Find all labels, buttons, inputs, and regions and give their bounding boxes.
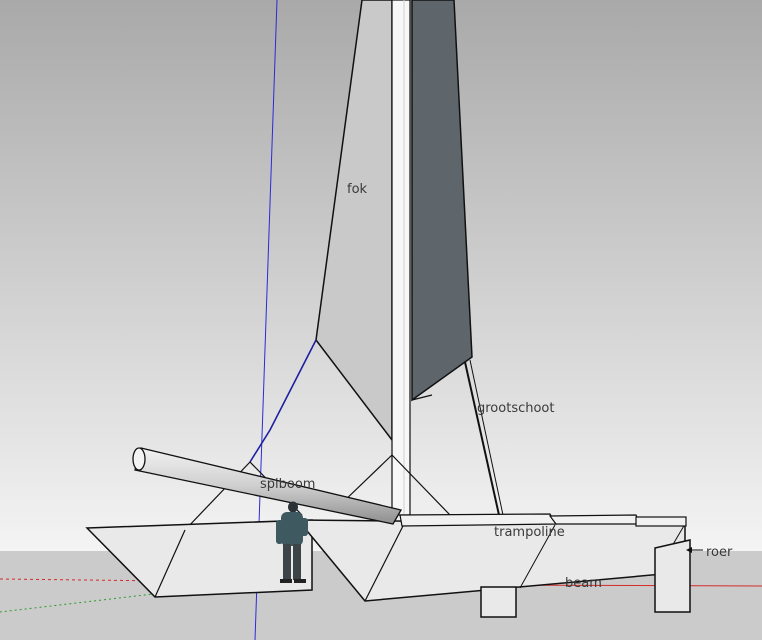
catamaran-model-scene: fok grootschoot spiboom trampoline roer … [0, 0, 762, 640]
aft-beam [548, 514, 641, 525]
mast [391, 0, 411, 516]
rudder [654, 539, 691, 613]
label-roer: roer [706, 545, 733, 560]
spinnaker-pole-end [132, 447, 146, 471]
sketchup-viewport[interactable]: fok grootschoot spiboom trampoline roer … [0, 0, 762, 640]
label-trampoline: trampoline [494, 525, 565, 540]
keel-block [480, 586, 517, 618]
label-beam: beam [565, 576, 602, 591]
label-grootschoot: grootschoot [477, 401, 554, 416]
label-spiboom: spiboom [260, 477, 315, 492]
label-fok: fok [347, 182, 368, 197]
stern-block [635, 516, 687, 527]
